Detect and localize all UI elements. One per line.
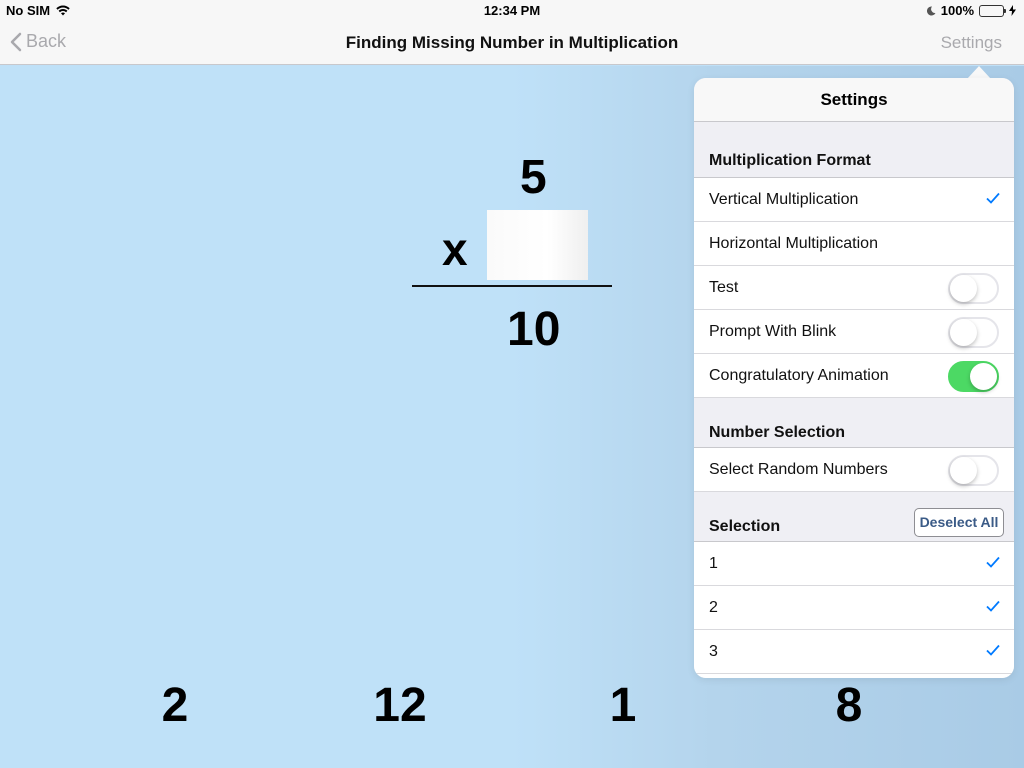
status-right: 100%: [926, 3, 1016, 18]
prompt-blink-toggle[interactable]: [948, 317, 999, 348]
option-vertical-multiplication[interactable]: Vertical Multiplication: [694, 178, 1014, 222]
settings-button[interactable]: Settings: [941, 33, 1002, 53]
number-option[interactable]: 1: [694, 542, 1014, 586]
section-header-number-selection: Number Selection: [694, 398, 1014, 448]
deselect-all-button[interactable]: Deselect All: [914, 508, 1004, 537]
missing-number-box[interactable]: [487, 210, 588, 280]
answer-choice[interactable]: 12: [340, 678, 460, 733]
setting-select-random-numbers: Select Random Numbers: [694, 448, 1014, 492]
answer-choice[interactable]: 8: [789, 678, 909, 733]
congratulatory-animation-toggle[interactable]: [948, 361, 999, 392]
setting-test: Test: [694, 266, 1014, 310]
multiply-operator: x: [442, 223, 468, 275]
popover-title: Settings: [694, 78, 1014, 122]
number-label: 3: [709, 643, 718, 660]
number-label: 1: [709, 555, 718, 572]
checkmark-icon: [986, 600, 1000, 612]
setting-label: Select Random Numbers: [709, 461, 888, 478]
result-number: 10: [507, 303, 561, 356]
settings-popover: Settings Multiplication Format Vertical …: [694, 78, 1014, 678]
option-horizontal-multiplication[interactable]: Horizontal Multiplication: [694, 222, 1014, 266]
selection-title: Selection: [709, 518, 781, 535]
moon-icon: [926, 5, 936, 15]
navigation-bar: Back Finding Missing Number in Multiplic…: [0, 22, 1024, 65]
battery-icon: [979, 4, 1006, 17]
multiplication-problem: 5 x 10: [410, 106, 615, 356]
option-label: Horizontal Multiplication: [709, 235, 878, 252]
page-title: Finding Missing Number in Multiplication: [345, 33, 679, 52]
setting-prompt-with-blink: Prompt With Blink: [694, 310, 1014, 354]
number-option[interactable]: 2: [694, 586, 1014, 630]
status-time: 12:34 PM: [483, 3, 541, 18]
number-option-partial[interactable]: [694, 674, 1014, 678]
checkmark-icon: [986, 192, 1000, 204]
charging-icon: [1009, 5, 1016, 16]
number-option[interactable]: 3: [694, 630, 1014, 674]
setting-label: Test: [709, 279, 739, 296]
setting-congratulatory-animation: Congratulatory Animation: [694, 354, 1014, 398]
checkmark-icon: [986, 644, 1000, 656]
checkmark-icon: [986, 556, 1000, 568]
answer-choices: 2 12 1 8: [0, 678, 1024, 748]
test-toggle[interactable]: [948, 273, 999, 304]
answer-choice[interactable]: 1: [563, 678, 683, 733]
setting-label: Prompt With Blink: [709, 323, 837, 340]
battery-percent: 100%: [940, 3, 974, 18]
option-label: Vertical Multiplication: [709, 191, 859, 208]
setting-label: Congratulatory Animation: [709, 367, 889, 384]
section-header-format: Multiplication Format: [694, 122, 1014, 178]
top-number: 5: [520, 151, 547, 204]
number-label: 2: [709, 599, 718, 616]
result-divider: [412, 285, 612, 287]
answer-choice[interactable]: 2: [115, 678, 235, 733]
section-header-selection: Selection Deselect All: [694, 492, 1014, 542]
random-numbers-toggle[interactable]: [948, 455, 999, 486]
status-bar: No SIM 12:34 PM 100%: [0, 0, 1024, 22]
